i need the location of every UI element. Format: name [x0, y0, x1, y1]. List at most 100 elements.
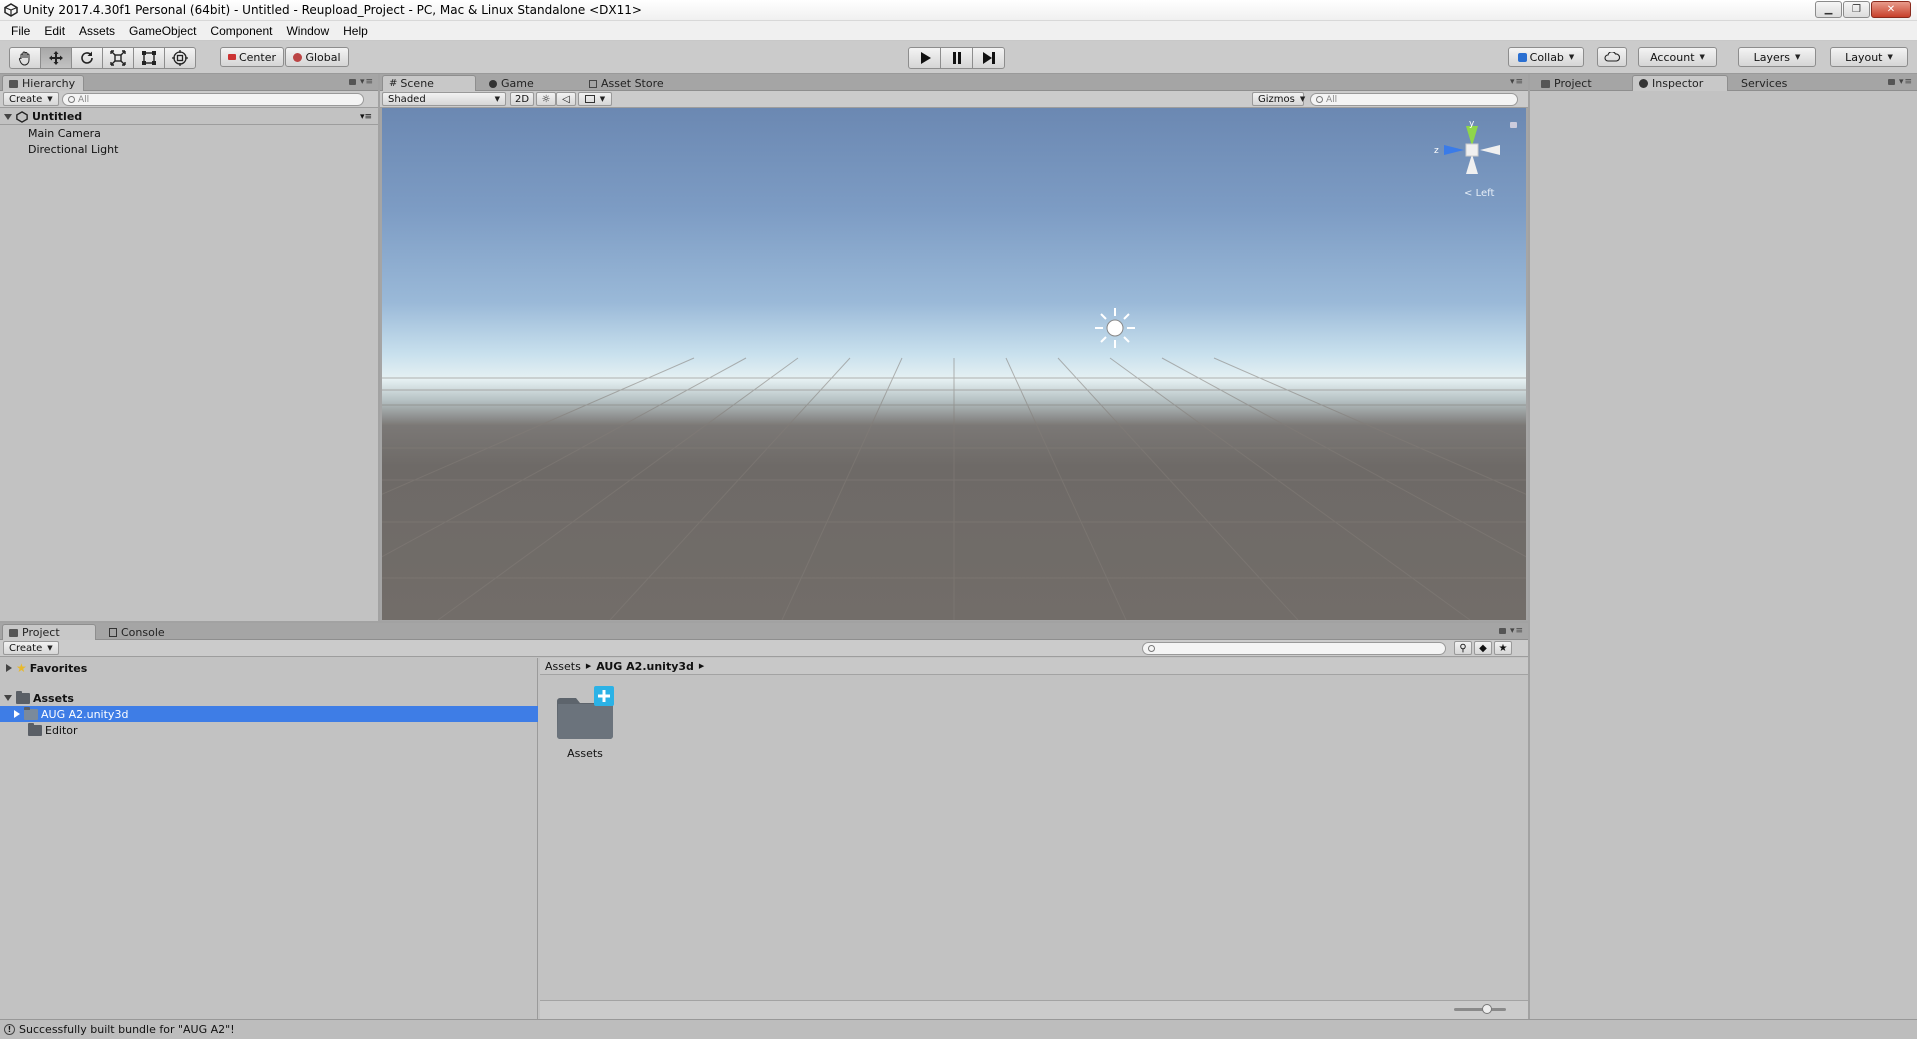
- menu-help[interactable]: Help: [336, 24, 375, 38]
- tab-hierarchy[interactable]: Hierarchy: [2, 75, 85, 91]
- tab-inspector[interactable]: Inspector: [1632, 75, 1728, 91]
- hierarchy-search-input[interactable]: All: [62, 93, 364, 106]
- menu-edit[interactable]: Edit: [37, 24, 72, 38]
- breadcrumb-assets[interactable]: Assets: [545, 660, 581, 673]
- tab-inspector-label: Inspector: [1652, 77, 1704, 90]
- play-button[interactable]: [908, 47, 941, 69]
- gizmos-dropdown[interactable]: Gizmos ▼: [1252, 92, 1306, 106]
- scene-root-row[interactable]: Untitled ▾≡: [0, 109, 378, 125]
- tree-assets[interactable]: Assets: [0, 690, 538, 706]
- project-create-button[interactable]: Create ▼: [3, 641, 59, 655]
- project-search-input[interactable]: [1142, 642, 1446, 655]
- menu-window[interactable]: Window: [279, 24, 336, 38]
- menu-gameobject[interactable]: GameObject: [122, 24, 203, 38]
- asset-item[interactable]: Assets: [554, 686, 616, 760]
- view-label[interactable]: < Left: [1464, 188, 1494, 199]
- tab-services[interactable]: Services: [1734, 75, 1796, 91]
- shading-mode-label: Shaded: [388, 93, 426, 105]
- tab-game-label: Game: [501, 77, 534, 90]
- pivot-global-button[interactable]: Global: [285, 47, 349, 67]
- expand-arrow-icon[interactable]: [14, 710, 20, 718]
- scene-search-input[interactable]: All: [1310, 93, 1518, 106]
- close-button[interactable]: ✕: [1871, 1, 1911, 18]
- layout-label: Layout: [1845, 50, 1883, 64]
- cloud-button[interactable]: [1597, 47, 1627, 67]
- directional-light-gizmo-icon[interactable]: [1093, 306, 1137, 350]
- mode-2d-toggle[interactable]: 2D: [510, 92, 534, 106]
- search-by-label-button[interactable]: ◆: [1474, 641, 1492, 655]
- menu-assets[interactable]: Assets: [72, 24, 122, 38]
- rotate-tool-button[interactable]: [71, 47, 103, 69]
- tab-game[interactable]: Game: [482, 75, 543, 91]
- console-icon: [109, 628, 117, 637]
- panel-options[interactable]: ▾≡: [1510, 77, 1524, 87]
- tab-services-label: Services: [1741, 77, 1788, 90]
- account-dropdown[interactable]: Account ▼: [1638, 47, 1717, 67]
- save-search-button[interactable]: ★: [1494, 641, 1512, 655]
- layers-dropdown[interactable]: Layers ▼: [1738, 47, 1816, 67]
- scene-toolbar: Shaded ▼ 2D ☼ ◁ ▼ Gizmos ▼ All: [380, 91, 1528, 108]
- scene-options-icon[interactable]: ▾≡: [360, 112, 372, 122]
- scene-lock-icon[interactable]: [1510, 122, 1517, 128]
- collab-label: Collab: [1529, 50, 1564, 64]
- scene-effects-dropdown[interactable]: ▼: [578, 92, 612, 106]
- tab-project-bottom[interactable]: Project: [2, 624, 96, 640]
- scene-lighting-toggle[interactable]: ☼: [536, 92, 556, 106]
- tree-favorites[interactable]: ★ Favorites: [0, 660, 538, 676]
- sun-icon: ☼: [541, 93, 551, 105]
- restore-icon: ❐: [1852, 4, 1861, 15]
- scene-audio-toggle[interactable]: ◁: [556, 92, 576, 106]
- scale-tool-button[interactable]: [102, 47, 134, 69]
- chevron-down-icon: ▼: [1299, 95, 1306, 103]
- folder-icon: [16, 690, 30, 704]
- move-tool-button[interactable]: [40, 47, 72, 69]
- layout-dropdown[interactable]: Layout ▼: [1830, 47, 1908, 67]
- hierarchy-tabstrip: Hierarchy ▾≡: [0, 74, 378, 91]
- pivot-center-button[interactable]: Center: [220, 47, 284, 67]
- transform-tool-button[interactable]: [164, 47, 196, 69]
- minimize-button[interactable]: ▁: [1815, 1, 1842, 18]
- tree-item-aug-a2[interactable]: AUG A2.unity3d: [0, 706, 538, 722]
- hierarchy-item-label: Main Camera: [28, 126, 101, 140]
- collab-button[interactable]: Collab ▼: [1508, 47, 1584, 67]
- tab-project-label: Project: [22, 626, 60, 639]
- expand-arrow-icon[interactable]: [4, 695, 12, 701]
- step-button[interactable]: [972, 47, 1005, 69]
- tree-item-editor[interactable]: Editor: [0, 722, 538, 738]
- tab-hierarchy-label: Hierarchy: [22, 77, 76, 90]
- hand-tool-button[interactable]: [9, 47, 41, 69]
- menu-component[interactable]: Component: [203, 24, 279, 38]
- tab-project[interactable]: Project: [1534, 75, 1601, 91]
- icon-size-slider[interactable]: [1454, 1004, 1506, 1014]
- project-folder-tree: ★ Favorites Assets AUG A2.unity3d Editor: [0, 658, 538, 1019]
- hierarchy-create-button[interactable]: Create ▼: [3, 92, 59, 106]
- pause-button[interactable]: [940, 47, 973, 69]
- axis-y-label: y: [1469, 119, 1475, 129]
- panel-options[interactable]: ▾≡: [1887, 77, 1913, 87]
- status-message[interactable]: Successfully built bundle for "AUG A2"!: [19, 1023, 235, 1036]
- hand-icon: [18, 51, 30, 66]
- hierarchy-item-directional-light[interactable]: Directional Light: [0, 141, 378, 157]
- hierarchy-item-main-camera[interactable]: Main Camera: [0, 125, 378, 141]
- lock-icon[interactable]: [1498, 628, 1506, 634]
- expand-arrow-icon[interactable]: [4, 113, 12, 120]
- lock-icon[interactable]: [348, 79, 356, 85]
- shading-mode-dropdown[interactable]: Shaded ▼: [382, 92, 506, 106]
- breadcrumb-current[interactable]: AUG A2.unity3d: [596, 660, 694, 673]
- rect-tool-button[interactable]: [133, 47, 165, 69]
- breadcrumb: Assets ▶ AUG A2.unity3d ▶: [540, 658, 1528, 675]
- panel-options[interactable]: ▾≡: [1498, 626, 1524, 636]
- tab-asset-store[interactable]: Asset Store: [582, 75, 673, 91]
- lock-icon[interactable]: [1887, 79, 1895, 85]
- menu-file[interactable]: File: [4, 24, 37, 38]
- panel-options[interactable]: ▾≡: [348, 77, 374, 87]
- orientation-gizmo[interactable]: y z < Left: [1432, 118, 1512, 199]
- restore-button[interactable]: ❐: [1843, 1, 1870, 18]
- tab-console[interactable]: Console: [102, 624, 174, 640]
- slider-thumb[interactable]: [1482, 1004, 1492, 1014]
- folder-icon: [1541, 79, 1550, 88]
- search-by-type-button[interactable]: ⚲: [1454, 641, 1472, 655]
- tab-scene[interactable]: # Scene: [382, 75, 476, 91]
- scene-viewport[interactable]: y z < Left: [382, 108, 1526, 620]
- expand-arrow-icon[interactable]: [6, 664, 12, 672]
